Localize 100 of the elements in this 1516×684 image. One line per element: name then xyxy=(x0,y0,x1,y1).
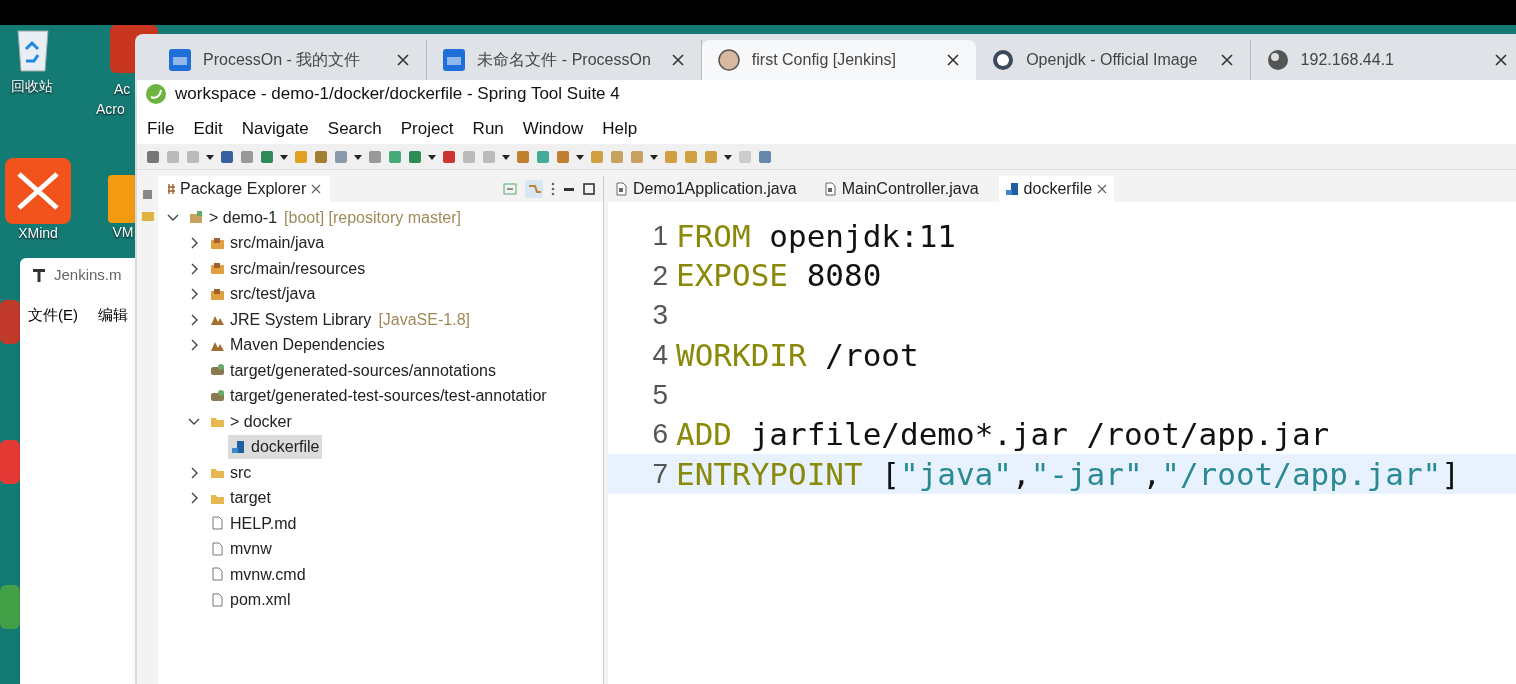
dropdown-icon[interactable] xyxy=(353,152,363,161)
line-number: 2 xyxy=(651,258,668,293)
xmind-icon xyxy=(5,158,71,224)
line-number: 3 xyxy=(651,298,668,333)
app-icon xyxy=(0,440,20,484)
tree-item[interactable]: target/generated-sources/annotations xyxy=(207,358,499,383)
browser-tab[interactable]: first Config [Jenkins] xyxy=(701,40,977,80)
tree-item[interactable]: target/generated-test-sources/test-annotatior xyxy=(207,384,550,409)
package-folder-icon xyxy=(210,261,225,277)
line-number: 6 xyxy=(651,417,668,452)
tree-item[interactable]: pom.xml xyxy=(207,588,294,613)
site-icon xyxy=(992,49,1015,71)
folder-icon xyxy=(140,209,155,223)
site-icon xyxy=(717,49,740,71)
close-icon xyxy=(310,183,323,195)
tree-item[interactable]: mvnw xyxy=(207,537,275,562)
desktop-icon-label[interactable]: XMind xyxy=(18,224,58,242)
text-file-icon xyxy=(32,267,46,283)
dropdown-icon[interactable] xyxy=(723,152,733,161)
file-icon xyxy=(210,541,225,557)
docker-file-icon xyxy=(231,439,246,455)
desktop-icon-label[interactable]: VM xyxy=(112,223,134,241)
app-icon xyxy=(0,585,20,629)
app-icon xyxy=(108,175,138,223)
window-title: workspace - demo-1/docker/dockerfile - Spring Tool Suite 4 xyxy=(175,83,620,106)
project-icon xyxy=(189,210,204,226)
package-folder-icon xyxy=(210,286,225,302)
more-icon[interactable] xyxy=(551,182,555,196)
editor-tab[interactable]: Demo1Application.java xyxy=(608,176,803,202)
java-file-icon xyxy=(822,181,838,197)
java-file-icon xyxy=(614,181,629,197)
code-line: ADD jarfile/demo*.jar /root/app.jar xyxy=(676,415,1330,455)
line-number: 1 xyxy=(651,218,668,253)
code-line: EXPOSE 8080 xyxy=(676,256,882,296)
tree-item[interactable]: src/test/java xyxy=(207,282,319,307)
docker-file-icon xyxy=(1004,181,1020,197)
close-icon xyxy=(670,53,685,67)
toolbar-icon[interactable] xyxy=(145,148,161,165)
close-icon xyxy=(1494,53,1508,67)
tree-item[interactable]: src/main/resources xyxy=(207,256,369,281)
dropdown-icon[interactable] xyxy=(575,152,585,161)
tree-item[interactable]: Maven Dependencies xyxy=(207,333,388,358)
package-folder-icon xyxy=(210,235,225,251)
close-icon xyxy=(946,53,961,67)
tree-item[interactable]: > demo-1 [boot] [repository master] xyxy=(186,205,464,230)
tree-item[interactable]: target xyxy=(207,486,274,511)
toolbar-icon[interactable] xyxy=(259,148,275,165)
tree-item[interactable]: dockerfile xyxy=(228,435,323,460)
menu-item[interactable]: Project xyxy=(400,116,454,142)
close-icon xyxy=(1219,53,1234,67)
dropdown-icon[interactable] xyxy=(649,152,659,161)
file-icon xyxy=(210,516,225,532)
menu-item[interactable]: Search xyxy=(327,116,382,142)
app-icon xyxy=(0,300,20,344)
menu-item[interactable]: Window xyxy=(522,116,584,142)
tree-item[interactable]: src/main/java xyxy=(207,231,328,256)
editor-tab[interactable]: MainController.java xyxy=(816,176,985,202)
line-number: 5 xyxy=(651,377,668,412)
menu-item[interactable]: Help xyxy=(602,116,638,142)
toolbar-icon[interactable] xyxy=(407,148,423,165)
menu-item[interactable]: Run xyxy=(472,116,504,142)
tree-item[interactable]: > docker xyxy=(207,409,295,434)
site-icon xyxy=(169,49,191,71)
dropdown-icon[interactable] xyxy=(501,152,511,161)
toolbar-icon[interactable] xyxy=(313,148,329,165)
code-line: WORKDIR /root xyxy=(676,335,919,375)
desktop-icon-label[interactable]: Ac xyxy=(114,80,131,98)
editor-tab[interactable]: dockerfile xyxy=(998,176,1115,202)
toolbar-icon[interactable] xyxy=(219,148,235,165)
dropdown-icon[interactable] xyxy=(205,152,215,161)
menu-item[interactable]: File xyxy=(147,116,175,142)
close-icon xyxy=(396,53,411,67)
line-number: 4 xyxy=(651,337,668,372)
toolbar-icon[interactable] xyxy=(441,148,457,165)
tree-item[interactable]: src xyxy=(207,460,255,485)
menu-item[interactable]: 编辑 xyxy=(98,304,128,327)
code-line: FROM openjdk:11 xyxy=(676,216,956,256)
desktop-icon-label[interactable]: 回收站 xyxy=(11,77,53,95)
view-tab[interactable]: Package Explorer xyxy=(158,176,331,202)
maximize-icon[interactable] xyxy=(583,183,595,195)
close-icon xyxy=(1096,183,1109,195)
collapse-all-icon[interactable] xyxy=(503,182,517,196)
tree-item[interactable]: HELP.md xyxy=(207,511,300,536)
code-line: ENTRYPOINT ["java","-jar","/root/app.jar"] xyxy=(676,454,1460,494)
tree-item[interactable]: JRE System Library [JavaSE-1.8] xyxy=(207,307,473,332)
toolbar-icon[interactable] xyxy=(757,148,773,165)
line-number: 7 xyxy=(651,456,668,491)
desktop-icon-label[interactable]: Acro xyxy=(96,100,125,118)
file-icon xyxy=(210,567,225,583)
file-icon xyxy=(210,592,225,608)
tree-item[interactable]: mvnw.cmd xyxy=(207,562,309,587)
dropdown-icon[interactable] xyxy=(279,152,289,161)
toolbar-icon[interactable] xyxy=(535,148,551,165)
toolbar-icon[interactable] xyxy=(239,148,255,165)
dropdown-icon[interactable] xyxy=(427,152,437,161)
menu-item[interactable]: Navigate xyxy=(241,116,309,142)
menu-item[interactable]: 文件(E) xyxy=(28,304,78,327)
toolbar-icon[interactable] xyxy=(387,148,403,165)
menu-item[interactable]: Edit xyxy=(193,116,223,142)
globe-icon xyxy=(1266,49,1289,71)
